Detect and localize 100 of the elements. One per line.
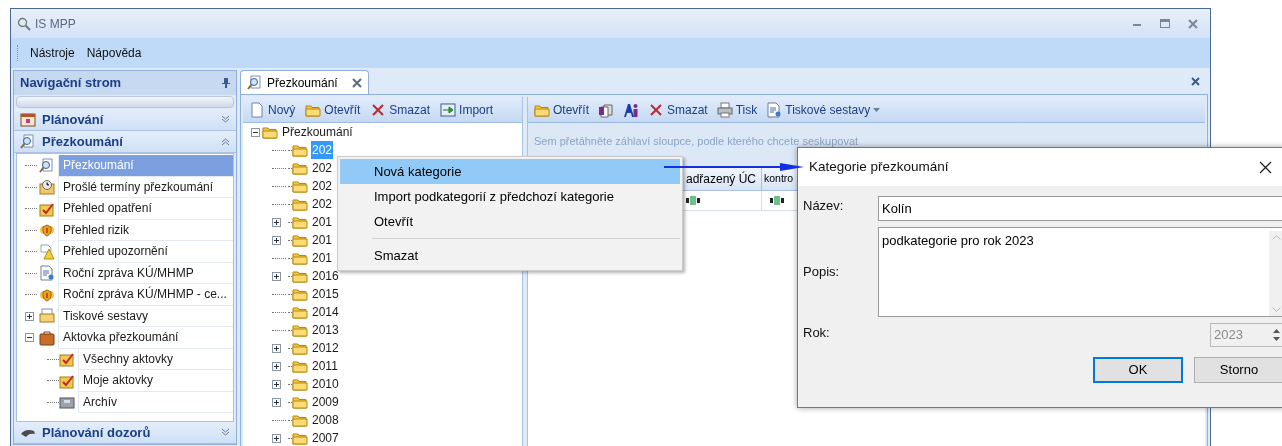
folder-icon xyxy=(292,430,308,446)
panel-title: Navigační strom xyxy=(20,74,122,93)
expand-icon[interactable] xyxy=(221,115,230,124)
delete-icon xyxy=(370,101,387,118)
toolbar-button[interactable]: Otevřít xyxy=(532,98,591,121)
maximize-icon[interactable] xyxy=(1160,19,1170,28)
nav-tree-item[interactable]: Všechny aktovky xyxy=(78,348,233,370)
folder-icon xyxy=(292,286,308,302)
filter-icon[interactable] xyxy=(770,196,786,205)
item-icon xyxy=(59,394,75,411)
expand-icon[interactable] xyxy=(221,428,230,437)
tree-node[interactable]: 2009 xyxy=(311,393,340,411)
toolbar-button[interactable]: Nový xyxy=(247,98,298,121)
tree-node[interactable]: 202 xyxy=(311,177,334,195)
nav-tree-item[interactable]: Roční zpráva KÚ/MHMP - ce... xyxy=(58,284,233,306)
pin-icon[interactable] xyxy=(222,78,230,88)
collapse-icon[interactable] xyxy=(221,137,230,146)
collapse-toggle[interactable] xyxy=(25,333,34,343)
tree-node[interactable]: Přezkoumání xyxy=(282,123,353,141)
field-label: Název: xyxy=(803,197,845,215)
nav-tree-item[interactable]: Přehled rizik xyxy=(58,219,233,241)
item-icon xyxy=(39,308,55,325)
nav-group-header[interactable]: Plánování xyxy=(14,109,236,131)
item-icon xyxy=(39,179,55,196)
close-icon[interactable] xyxy=(1259,160,1272,174)
folder-icon xyxy=(292,304,308,320)
tree-node[interactable]: 201 xyxy=(311,249,334,267)
field-label: Rok: xyxy=(803,324,831,342)
expand-toggle[interactable] xyxy=(272,397,281,407)
window-title: IS MPP xyxy=(35,15,77,33)
tree-node[interactable]: 202 xyxy=(311,159,334,177)
new-document-icon xyxy=(249,101,265,118)
toolbar-button[interactable]: Otevřít xyxy=(303,98,363,121)
toolbar-button[interactable]: Tisk xyxy=(714,98,760,121)
folder-icon xyxy=(292,196,308,212)
nav-tree-item[interactable]: Moje aktovky xyxy=(78,370,233,392)
collapse-toggle[interactable] xyxy=(251,127,260,137)
toolbar-button[interactable]: Smazat xyxy=(646,98,710,121)
tree-node[interactable]: 2013 xyxy=(311,321,340,339)
nav-group-header[interactable]: Plánování dozorů xyxy=(14,422,236,444)
folder-icon xyxy=(292,358,308,374)
expand-toggle[interactable] xyxy=(272,361,281,371)
tree-node[interactable]: 2010 xyxy=(311,375,340,393)
menu-item[interactable]: Nová kategorie xyxy=(340,159,680,184)
delete-icon xyxy=(648,101,664,118)
tree-node[interactable]: 2007 xyxy=(311,429,340,446)
menu-item[interactable]: Smazat xyxy=(340,243,680,268)
nav-tree-item[interactable]: Tiskové sestavy xyxy=(58,305,233,327)
group-icon xyxy=(20,133,36,150)
expand-toggle[interactable] xyxy=(272,271,281,281)
folder-icon xyxy=(292,376,308,392)
item-icon xyxy=(39,243,55,260)
nav-tree-item[interactable]: Prošlé termíny přezkoumání xyxy=(58,176,233,198)
tree-node[interactable]: 2015 xyxy=(311,285,340,303)
tree-node[interactable]: 201 xyxy=(311,231,334,249)
tree-node[interactable]: 2008 xyxy=(311,411,340,429)
tree-node[interactable]: 2012 xyxy=(311,339,340,357)
expand-toggle[interactable] xyxy=(272,379,281,389)
nav-tree-item[interactable]: Roční zpráva KÚ/MHMP xyxy=(58,262,233,284)
folder-icon xyxy=(292,340,308,356)
expand-toggle[interactable] xyxy=(272,217,281,227)
folder-icon xyxy=(292,232,308,248)
folder-icon xyxy=(292,142,308,158)
menu-item[interactable]: Nástroje xyxy=(30,44,75,62)
tree-node[interactable]: 2014 xyxy=(311,303,340,321)
expand-toggle[interactable] xyxy=(272,433,281,443)
menu-item[interactable]: Nápověda xyxy=(86,44,142,62)
document-tab[interactable]: Přezkoumání xyxy=(240,70,369,94)
toolbar-button[interactable]: Smazat xyxy=(368,98,433,121)
expand-toggle[interactable] xyxy=(272,343,281,353)
nav-tree-item[interactable]: Archív xyxy=(78,391,233,413)
item-icon xyxy=(39,157,55,174)
nav-tree-item[interactable]: Přehled upozornění xyxy=(58,241,233,263)
tree-node[interactable]: 202 xyxy=(311,195,334,213)
dialog-button[interactable]: OK xyxy=(1093,357,1183,383)
toolbar-button[interactable]: Import xyxy=(438,98,496,121)
toolbar-dropdown[interactable]: Tiskové sestavy xyxy=(764,98,883,121)
folder-icon xyxy=(262,124,278,140)
folder-icon xyxy=(292,412,308,428)
item-icon xyxy=(39,329,55,346)
import-icon xyxy=(440,101,457,118)
dialog-title: Kategorie přezkoumání xyxy=(809,157,949,176)
filter-icon[interactable] xyxy=(686,196,702,205)
menu-item[interactable]: Import podkategorií z předchozí kategorie xyxy=(340,184,680,209)
dialog-button[interactable]: Storno xyxy=(1194,357,1282,383)
folder-icon xyxy=(292,160,308,176)
description-field[interactable]: podkategorie pro rok 2023 xyxy=(878,226,1282,317)
nav-group-header[interactable]: Přezkoumání xyxy=(14,131,236,153)
group-icon xyxy=(20,111,36,128)
expand-toggle[interactable] xyxy=(25,311,34,321)
nav-tree-item[interactable]: Aktovka přezkoumání xyxy=(58,327,233,349)
nav-tree-item[interactable]: Přehled opatření xyxy=(58,198,233,220)
menu-item[interactable]: Otevřít xyxy=(340,209,680,234)
splitter-handle[interactable] xyxy=(16,96,234,108)
tree-node[interactable]: 2016 xyxy=(311,267,340,285)
expand-toggle[interactable] xyxy=(272,235,281,245)
name-field[interactable]: Kolín xyxy=(878,196,1282,221)
tree-node[interactable]: 2011 xyxy=(311,357,339,375)
tree-node[interactable]: 201 xyxy=(311,213,334,231)
folder-icon xyxy=(292,250,308,266)
